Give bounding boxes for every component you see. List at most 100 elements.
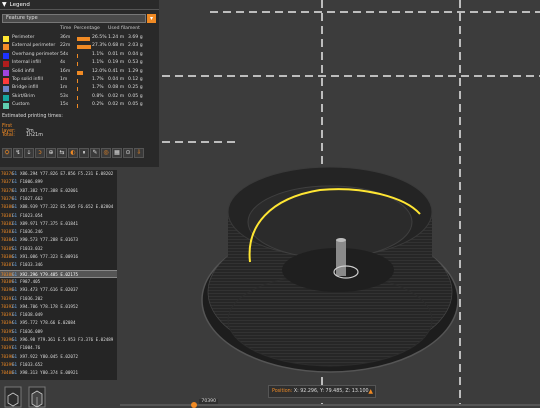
gcode-params: X93.473 Y77.616 E.02037 <box>20 287 78 293</box>
feature-color-swatch[interactable] <box>3 44 9 51</box>
gcode-params: X95.772 Y78.66 E.02084 <box>20 320 76 326</box>
travel-icon[interactable]: ⛭ <box>2 148 12 158</box>
feature-percent: 0.2% <box>92 102 104 108</box>
preview-cube-icon[interactable] <box>28 386 46 408</box>
feature-type-combo[interactable]: Feature type ▾ <box>0 12 159 24</box>
feature-percent: 27.3% <box>92 43 107 49</box>
gcode-line[interactable]: 70378G1 X87.382 Y77.388 E.02001 <box>0 187 117 195</box>
gcode-line[interactable]: 70389G1 F987.405 <box>0 278 117 286</box>
feature-time: 22m <box>60 43 71 49</box>
feature-weight: 0.05 g <box>128 102 143 108</box>
gcode-line[interactable]: 70391G1 F1036.202 <box>0 295 117 303</box>
tool-marker-icon[interactable]: ⊙ <box>123 148 133 158</box>
feature-color-swatch[interactable] <box>3 86 9 93</box>
gcode-line[interactable]: 70396G1 X96.98 Y79.361 E.5.953 F3.376 E.0… <box>0 336 117 344</box>
gcode-listing[interactable]: 70376G1 X86.294 Y77.826 E7.856 F5.231 E.0… <box>0 170 117 380</box>
custom-gcode-icon[interactable]: ✎ <box>90 148 100 158</box>
feature-percentage-bar <box>77 62 78 67</box>
feature-color-swatch[interactable] <box>3 103 9 110</box>
gcode-line[interactable]: 70376G1 X86.294 Y77.826 E7.856 F5.231 E.0… <box>0 170 117 178</box>
gcode-line[interactable]: 70380G1 X88.939 Y77.322 E5.505 F6.652 E.0… <box>0 203 117 211</box>
gcode-command: G1 <box>12 179 18 185</box>
gcode-params: X92.296 Y79.485 E.02175 <box>20 271 78 277</box>
gcode-line-number: 70386 <box>1 254 14 259</box>
gcode-command: G1 <box>12 195 18 201</box>
feature-row[interactable]: External perimeter 22m 27.3% 0.68 m 2.03 g <box>0 43 159 51</box>
feature-row[interactable]: Top solid infill 1m 1.7% 0.04 m 0.12 g <box>0 77 159 85</box>
gcode-command: G1 <box>12 295 18 301</box>
feature-length: 0.01 m <box>108 51 125 57</box>
gcode-line[interactable]: 70397G1 F1004.76 <box>0 344 117 352</box>
gcode-line[interactable]: 70379G1 F1027.663 <box>0 195 117 203</box>
gcode-command: G1 <box>12 229 18 235</box>
gcode-line[interactable]: 70384G1 X90.573 Y77.288 E.01673 <box>0 236 117 244</box>
3d-viewport[interactable]: ▼ Legend Feature type ▾ Time Percentage … <box>0 0 540 408</box>
gcode-command: G1 <box>12 237 18 243</box>
gcode-line[interactable]: 70382G1 X89.971 Y77.375 E.01841 <box>0 220 117 228</box>
pause-prints-icon[interactable]: ⏸ <box>79 148 89 158</box>
gcode-line-number: 70384 <box>1 237 14 243</box>
position-label: Position: <box>272 389 293 394</box>
gcode-line-number: 70387 <box>1 262 14 268</box>
feature-percent: 1.7% <box>92 85 104 91</box>
deretractions-icon[interactable]: ↄ <box>35 148 45 158</box>
shells-icon[interactable]: ▦ <box>112 148 122 158</box>
feature-percent: 1.1% <box>92 60 104 66</box>
feature-color-swatch[interactable] <box>3 52 9 59</box>
feature-row[interactable]: Skirt/Brim 53s 0.8% 0.02 m 0.05 g <box>0 94 159 102</box>
gcode-line[interactable]: 70385G1 F1033.032 <box>0 245 117 253</box>
dropdown-arrow-icon[interactable]: ▾ <box>147 14 156 23</box>
caret-up-icon[interactable]: ▲ <box>368 386 373 397</box>
gcode-line[interactable]: 70387G1 F1033.346 <box>0 261 117 269</box>
gcode-line[interactable]: 70393G1 F1038.049 <box>0 311 117 319</box>
horizontal-move-slider[interactable]: 70390 <box>120 399 540 408</box>
feature-row[interactable]: Custom 15s 0.2% 0.02 m 0.05 g <box>0 102 159 110</box>
view-options-toolbar: ⛭ ↯ ↆ ↄ ⊕ ⇆ ◐ ⏸ ✎ ◎ ▦ ⊙ ⇩ <box>2 146 158 160</box>
tool-changes-icon[interactable]: ⇆ <box>57 148 67 158</box>
gcode-line[interactable]: 70399G1 F1033.652 <box>0 361 117 369</box>
feature-weight: 1.29 g <box>128 68 143 74</box>
download-icon[interactable]: ⇩ <box>134 148 144 158</box>
gcode-line-current[interactable]: 70388G1 X92.296 Y79.485 E.02175 <box>0 269 117 278</box>
gcode-line[interactable]: 70377G1 F1006.899 <box>0 178 117 186</box>
feature-color-swatch[interactable] <box>3 78 9 84</box>
gcode-params: X91.086 Y77.323 E.00916 <box>20 254 78 259</box>
gcode-line[interactable]: 70394G1 X95.772 Y78.66 E.02084 <box>0 319 117 327</box>
col-time: Time <box>60 26 72 31</box>
gcode-line[interactable]: 70390G1 X93.473 Y77.616 E.02037 <box>0 286 117 294</box>
gcode-line[interactable]: 70392G1 X94.706 Y78.178 E.01952 <box>0 303 117 311</box>
gcode-line[interactable]: 70400G1 X98.313 Y80.374 E.00921 <box>0 369 117 377</box>
gcode-params: X86.294 Y77.826 E7.856 F5.231 E.08202 <box>20 171 114 176</box>
gcode-params: F1027.663 <box>20 195 43 201</box>
feature-name: Custom <box>12 102 30 108</box>
feature-row[interactable]: Perimeter 36m 26.5% 1.24 m 3.69 g <box>0 35 159 43</box>
feature-row[interactable]: Bridge infill 1m 1.7% 0.08 m 0.25 g <box>0 85 159 93</box>
gcode-line[interactable]: 70383G1 F1036.246 <box>0 228 117 236</box>
wipe-icon[interactable]: ↯ <box>13 148 23 158</box>
slider-thumb[interactable] <box>191 402 198 408</box>
feature-row[interactable]: Internal infill 4s 1.1% 0.19 m 0.53 g <box>0 60 159 68</box>
feature-row[interactable]: Overhang perimeter 54s 1.1% 0.01 m 0.04 g <box>0 52 159 60</box>
feature-percent: 1.7% <box>92 77 104 82</box>
feature-type-selector[interactable]: Feature type <box>2 14 146 23</box>
feature-name: Solid infill <box>12 68 35 74</box>
color-changes-icon[interactable]: ◐ <box>68 148 78 158</box>
gcode-line[interactable]: 70395G1 F1036.089 <box>0 328 117 336</box>
gcode-line-number: 70389 <box>1 278 14 284</box>
slider-track[interactable] <box>120 404 540 406</box>
feature-color-swatch[interactable] <box>3 36 9 42</box>
feature-percentage-bar <box>77 79 78 83</box>
feature-color-swatch[interactable] <box>3 69 9 76</box>
center-of-gravity-icon[interactable]: ◎ <box>101 148 111 158</box>
gcode-line[interactable]: 70386G1 X91.086 Y77.323 E.00916 <box>0 253 117 261</box>
gcode-line[interactable]: 70398G1 X97.922 Y80.045 E.02072 <box>0 353 117 361</box>
retractions-icon[interactable]: ↆ <box>24 148 34 158</box>
feature-color-swatch[interactable] <box>3 61 9 68</box>
feature-row[interactable]: Solid infill 16m 12.0% 0.41 m 1.29 g <box>0 69 159 77</box>
feature-color-swatch[interactable] <box>3 94 9 101</box>
seams-icon[interactable]: ⊕ <box>46 148 56 158</box>
layers-view-icon[interactable] <box>4 386 22 408</box>
gcode-line[interactable]: 70381G1 F1023.054 <box>0 212 117 220</box>
legend-header[interactable]: ▼ Legend <box>0 0 159 10</box>
collapse-triangle-icon[interactable]: ▼ <box>2 1 7 8</box>
